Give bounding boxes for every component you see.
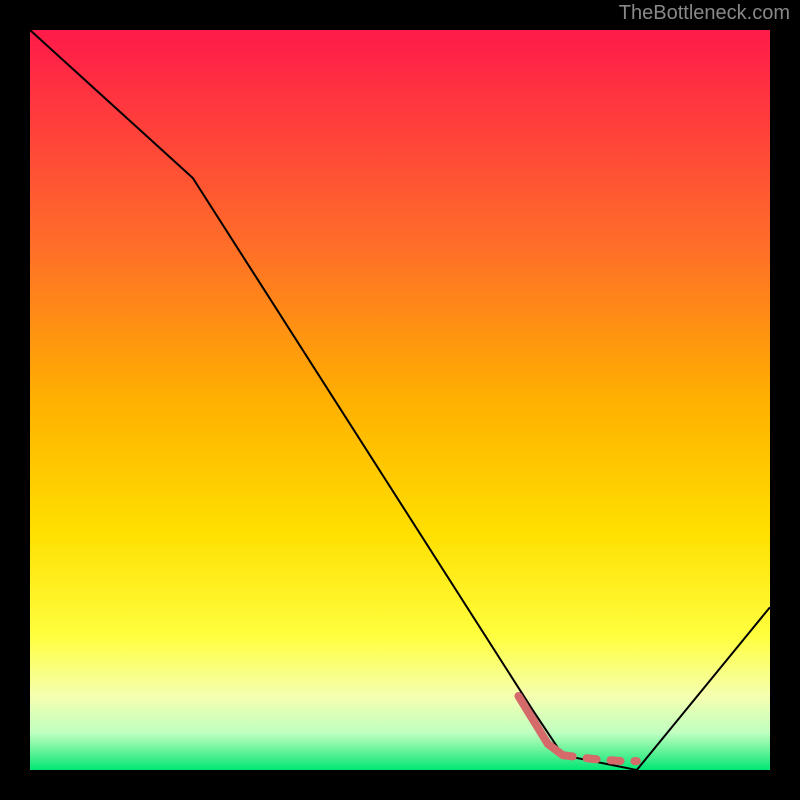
watermark-text: TheBottleneck.com: [619, 2, 790, 25]
chart-svg: [30, 30, 770, 770]
gradient-background: [30, 30, 770, 770]
chart-area: [30, 30, 770, 770]
